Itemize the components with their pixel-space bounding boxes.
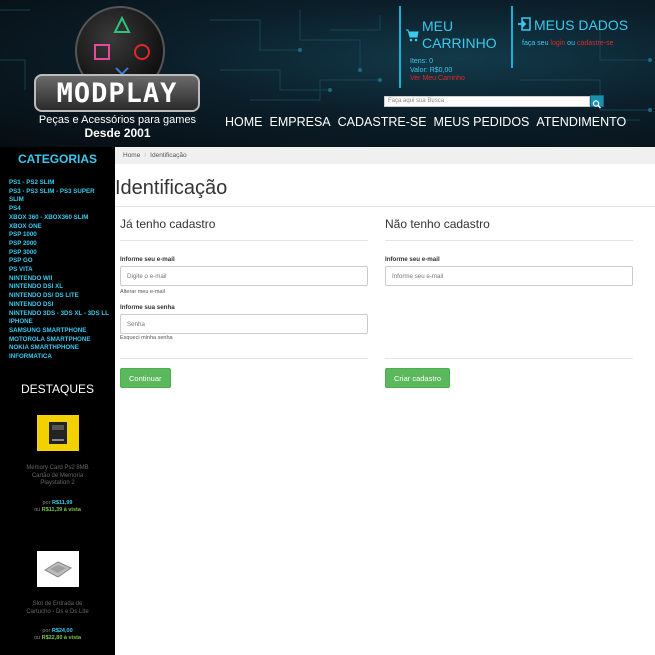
category-list: PS1 - PS2 SLIM PS3 - PS3 SLIM - PS3 SUPE… — [9, 179, 109, 362]
breadcrumb-separator: / — [144, 152, 147, 159]
login-link[interactable]: login — [550, 40, 565, 47]
search-icon — [592, 100, 601, 109]
search-button[interactable] — [590, 95, 604, 109]
login-email-input[interactable]: Digite o e-mail — [120, 266, 368, 286]
category-item[interactable]: INFORMATICA — [9, 353, 109, 362]
category-item[interactable]: PSP 1000 — [9, 231, 109, 240]
register-title-divider — [385, 240, 633, 241]
logo-text: MODPLAY — [56, 78, 178, 109]
highlights-title: DESTAQUES — [20, 382, 95, 396]
category-item[interactable]: PSP 3000 — [9, 249, 109, 258]
cart-title-line1: MEU — [422, 18, 454, 34]
forgot-password-link[interactable]: Esqueci minha senha — [120, 335, 173, 341]
category-item[interactable]: SAMSUNG SMARTPHONE — [9, 327, 109, 336]
price-value: R$11,99 — [51, 499, 73, 506]
main-nav: HOME EMPRESA CADASTRE-SE MEUS PEDIDOS AT… — [225, 115, 626, 129]
product-image[interactable] — [36, 551, 79, 587]
product-card[interactable]: Memory Card Ps2 8MB Cartão de Memoria Pl… — [0, 415, 115, 514]
register-title: Não tenho cadastro — [385, 217, 490, 231]
cash-price: R$22,80 à vista — [41, 635, 82, 641]
search-input[interactable]: Faça aqui sua Busca — [384, 96, 590, 107]
login-email-label: Informe seu e-mail — [120, 256, 175, 263]
category-item[interactable]: NOKIA SMARTHPHONE — [9, 344, 109, 353]
product-image[interactable] — [36, 415, 79, 451]
price-prefix: por — [42, 628, 51, 634]
cash-prefix: ou — [34, 506, 41, 513]
cart-info: Itens: 0 Valor: R$0,00 Ver Meu Carrinho — [410, 58, 465, 84]
cart-title-line2: CARRINHO — [422, 35, 497, 51]
price-value: R$24,00 — [51, 628, 73, 634]
product-name[interactable]: Slot de Entrada de Cartucho - Ds e Ds Li… — [0, 601, 115, 616]
logo-tagline: Peças e Acessórios para games Desde 2001 — [30, 114, 205, 141]
nav-home[interactable]: HOME — [225, 115, 263, 129]
breadcrumb: Home / Identificação — [115, 147, 655, 164]
category-item[interactable]: NINTENDO DSI XL — [9, 283, 109, 292]
account-widget: MEUS DADOS faça seu login ou cadastre-se — [511, 6, 646, 68]
cash-price: R$11,39 à vista — [41, 506, 81, 513]
product-price: por R$24,00 ou R$22,80 à vista — [0, 628, 115, 642]
sidebar: CATEGORIAS PS1 - PS2 SLIM PS3 - PS3 SLIM… — [0, 147, 115, 655]
category-item[interactable]: PS3 - PS3 SLIM - PS3 SUPER SLIM — [9, 188, 109, 205]
login-section: Já tenho cadastro — [120, 217, 368, 241]
category-item[interactable]: NINTENDO WII — [9, 275, 109, 284]
view-cart-link[interactable]: Ver Meu Carrinho — [410, 75, 465, 84]
title-divider — [115, 206, 655, 207]
category-item[interactable]: PS VITA — [9, 266, 109, 275]
category-item[interactable]: PSP 2000 — [9, 240, 109, 249]
site-logo[interactable]: MODPLAY Peças e Acessórios para games De… — [30, 2, 205, 142]
account-links: faça seu login ou cadastre-se — [522, 40, 614, 47]
breadcrumb-home[interactable]: Home — [123, 152, 140, 159]
since-text: Desde 2001 — [84, 126, 151, 140]
account-prefix: faça seu — [522, 40, 549, 47]
memory-card-icon — [48, 422, 67, 444]
register-link[interactable]: cadastre-se — [577, 40, 614, 47]
login-footer-divider — [120, 358, 368, 359]
cash-prefix: ou — [33, 635, 41, 641]
product-price: por R$11,99 ou R$11,39 à vista — [0, 500, 115, 514]
category-item[interactable]: NINTENDO DSI — [9, 301, 109, 310]
categories-title: CATEGORIAS — [17, 152, 98, 166]
product-name[interactable]: Memory Card Ps2 8MB Cartão de Memoria Pl… — [0, 465, 115, 488]
register-footer-divider — [385, 358, 633, 359]
create-account-button[interactable]: Criar cadastro — [385, 368, 451, 388]
cart-items: Itens: 0 — [410, 58, 433, 65]
category-item[interactable]: PS4 — [9, 205, 109, 214]
cart-value: Valor: R$0,00 — [410, 66, 453, 74]
register-section: Não tenho cadastro — [385, 217, 633, 241]
cart-widget[interactable]: MEU CARRINHO Itens: 0 Valor: R$0,00 Ver … — [399, 6, 499, 88]
category-item[interactable]: XBOX 360 - XBOX360 SLIM — [9, 214, 109, 223]
product-card[interactable]: Slot de Entrada de Cartucho - Ds e Ds Li… — [0, 551, 115, 642]
account-or: ou — [567, 40, 575, 47]
shopping-cart-icon — [406, 29, 419, 42]
category-item[interactable]: PS1 - PS2 SLIM — [9, 179, 109, 188]
nav-cadastre-se[interactable]: CADASTRE-SE — [338, 115, 427, 129]
price-prefix: por — [42, 499, 51, 506]
category-item[interactable]: NINTENDO DS/ DS LITE — [9, 292, 109, 301]
category-item[interactable]: XBOX ONE — [9, 223, 109, 232]
page-title: Identificação — [115, 177, 228, 199]
nav-atendimento[interactable]: ATENDIMENTO — [536, 115, 626, 129]
password-input[interactable]: Senha — [120, 314, 368, 334]
sign-in-icon — [518, 17, 531, 31]
category-item[interactable]: IPHONE — [9, 318, 109, 327]
site-header: MODPLAY Peças e Acessórios para games De… — [0, 0, 655, 147]
nav-meus-pedidos[interactable]: MEUS PEDIDOS — [434, 115, 530, 129]
login-title-divider — [120, 240, 368, 241]
category-item[interactable]: PSP GO — [9, 257, 109, 266]
cartridge-slot-icon — [43, 561, 72, 578]
login-title: Já tenho cadastro — [120, 217, 216, 231]
register-email-label: Informe seu e-mail — [385, 256, 440, 263]
account-title[interactable]: MEUS DADOS — [534, 17, 628, 33]
register-email-input[interactable]: Informe seu e-mail — [385, 266, 633, 286]
change-email-link[interactable]: Alterar meu e-mail — [120, 289, 165, 295]
category-item[interactable]: NINTENDO 3DS - 3DS XL - 3DS LL — [9, 310, 109, 319]
cart-title[interactable]: MEU CARRINHO — [422, 18, 497, 52]
category-item[interactable]: MOTOROLA SMARTPHONE — [9, 336, 109, 345]
password-label: Informe sua senha — [120, 304, 175, 311]
nav-empresa[interactable]: EMPRESA — [270, 115, 331, 129]
continue-button[interactable]: Continuar — [120, 368, 171, 388]
breadcrumb-current: Identificação — [150, 152, 187, 159]
